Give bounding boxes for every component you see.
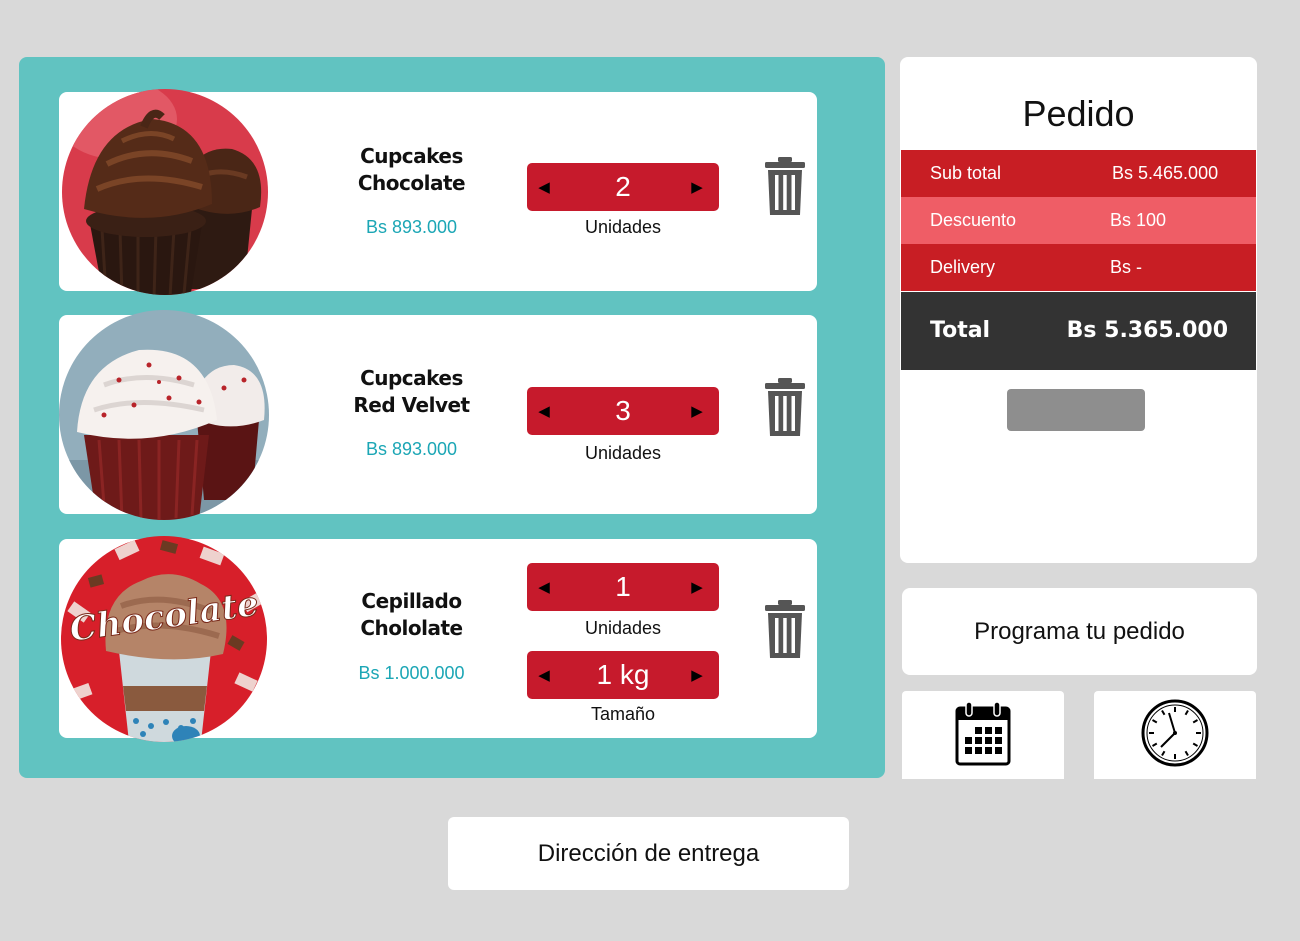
item-name: Cepillado Chololate (330, 588, 493, 642)
size-stepper: ◀ 1 kg ▶ (527, 651, 719, 699)
cart-item: Cupcakes Chocolate Bs 893.000 ◀ 2 ▶ Unid… (59, 89, 817, 295)
quantity-label: Unidades (584, 217, 662, 237)
item-name: Cupcakes Chocolate (330, 143, 493, 197)
item-image-chocolate-ice-cream: Chocolate (61, 536, 267, 742)
increment-arrow-icon[interactable]: ▶ (682, 651, 712, 699)
summary-label: Sub total (930, 163, 1002, 183)
item-name: Cupcakes Red Velvet (330, 365, 493, 419)
order-title: Pedido (1022, 93, 1135, 134)
item-price: Bs 893.000 (365, 439, 458, 459)
order-summary-panel: Pedido Sub total Bs 5.465.000 Descuento … (900, 57, 1257, 563)
item-price: Bs 893.000 (365, 217, 458, 237)
calendar-icon (955, 700, 1011, 771)
cart-panel: Cupcakes Chocolate Bs 893.000 ◀ 2 ▶ Unid… (19, 57, 885, 778)
increment-arrow-icon[interactable]: ▶ (682, 387, 712, 435)
summary-row-discount: Descuento Bs 100 (901, 197, 1256, 244)
total-label: Total (930, 318, 991, 343)
item-name-line: Cepillado (361, 589, 462, 613)
decrement-arrow-icon[interactable]: ◀ (529, 163, 559, 211)
schedule-order-button[interactable]: Programa tu pedido (902, 588, 1257, 675)
quantity-label: Unidades (584, 618, 662, 638)
summary-row-delivery: Delivery Bs - (901, 244, 1256, 291)
item-name-line: Chololate (360, 616, 463, 640)
clock-icon (1139, 699, 1211, 772)
item-price: Bs 1.000.000 (358, 663, 465, 683)
trash-icon[interactable] (764, 378, 806, 438)
size-label: Tamaño (590, 704, 656, 724)
confirm-order-button[interactable] (1007, 389, 1145, 431)
increment-arrow-icon[interactable]: ▶ (682, 563, 712, 611)
quantity-value[interactable]: 1 (557, 563, 689, 611)
trash-icon[interactable] (764, 157, 806, 217)
decrement-arrow-icon[interactable]: ◀ (529, 563, 559, 611)
size-value[interactable]: 1 kg (557, 651, 689, 699)
quantity-label: Unidades (584, 443, 662, 463)
date-picker-button[interactable] (902, 691, 1064, 779)
item-name-line: Cupcakes (360, 144, 463, 168)
quantity-stepper: ◀ 3 ▶ (527, 387, 719, 435)
summary-label: Descuento (930, 210, 1017, 230)
trash-icon[interactable] (764, 600, 806, 660)
quantity-value[interactable]: 3 (557, 387, 689, 435)
summary-amount: Bs 5.465.000 (1112, 163, 1219, 183)
decrement-arrow-icon[interactable]: ◀ (529, 387, 559, 435)
summary-row-total: Total Bs 5.365.000 (901, 292, 1256, 370)
total-amount: Bs 5.365.000 (1066, 318, 1228, 343)
item-name-line: Cupcakes (360, 366, 463, 390)
summary-amount: Bs 100 (1110, 210, 1167, 230)
increment-arrow-icon[interactable]: ▶ (682, 163, 712, 211)
item-name-line: Red Velvet (353, 393, 470, 417)
summary-label: Delivery (930, 257, 996, 277)
item-name-line: Chocolate (357, 171, 466, 195)
quantity-stepper: ◀ 1 ▶ (527, 563, 719, 611)
delivery-address-button[interactable]: Dirección de entrega (448, 817, 849, 890)
summary-amount: Bs - (1110, 257, 1143, 277)
decrement-arrow-icon[interactable]: ◀ (529, 651, 559, 699)
time-picker-button[interactable] (1094, 691, 1256, 779)
item-image-cupcake-red-velvet (59, 310, 269, 520)
cart-item: Cupcakes Red Velvet Bs 893.000 ◀ 3 ▶ Uni… (59, 310, 817, 520)
summary-row-subtotal: Sub total Bs 5.465.000 (901, 150, 1256, 197)
item-image-cupcake-chocolate (62, 89, 268, 295)
quantity-stepper: ◀ 2 ▶ (527, 163, 719, 211)
quantity-value[interactable]: 2 (557, 163, 689, 211)
cart-item: Chocolate Cepillado Chololate Bs 1.000.0… (59, 536, 817, 742)
